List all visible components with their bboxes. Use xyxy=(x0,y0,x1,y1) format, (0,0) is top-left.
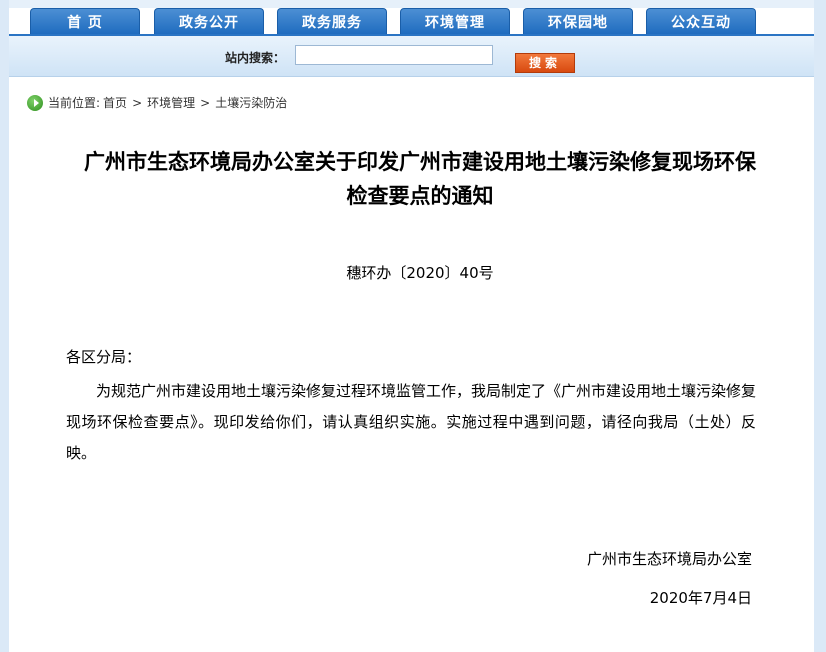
search-label: 站内搜索： xyxy=(225,51,286,65)
article-title-line-2: 检查要点的通知 xyxy=(346,184,494,208)
nav-tab-government-services[interactable]: 政务服务 xyxy=(277,8,387,34)
document-number: 穗环办〔2020〕40号 xyxy=(346,264,494,282)
breadcrumb-item-environment-management[interactable]: 环境管理 xyxy=(147,94,195,111)
breadcrumb-item-home[interactable]: 首页 xyxy=(103,94,127,111)
salutation: 各区分局： xyxy=(66,348,142,366)
right-page-border xyxy=(814,0,826,652)
breadcrumb-separator: > xyxy=(132,95,143,110)
signature-date: 2020年7月4日 xyxy=(649,589,752,607)
nav-tab-environmental-garden[interactable]: 环保园地 xyxy=(523,8,633,34)
nav-tab-public-interaction[interactable]: 公众互动 xyxy=(646,8,756,34)
breadcrumb-item-soil-pollution[interactable]: 土壤污染防治 xyxy=(215,94,287,111)
search-input[interactable] xyxy=(295,45,493,65)
article-body: 为规范广州市建设用地土壤污染修复过程环境监管工作，我局制定了《广州市建设用地土壤… xyxy=(66,382,757,462)
breadcrumb-prefix: 当前位置: xyxy=(48,96,101,110)
signature-organization: 广州市生态环境局办公室 xyxy=(586,550,752,568)
nav-tab-home[interactable]: 首 页 xyxy=(30,8,140,34)
left-page-border xyxy=(0,0,9,652)
arrow-circle-icon xyxy=(27,94,43,111)
main-nav: 首 页 政务公开 政务服务 环境管理 环保园地 公众互动 xyxy=(9,8,814,36)
nav-tab-government-affairs[interactable]: 政务公开 xyxy=(154,8,264,34)
top-strip xyxy=(9,0,814,8)
search-button[interactable]: 搜索 xyxy=(515,53,575,73)
search-bar: 站内搜索： 搜索 xyxy=(9,36,814,77)
nav-tab-environment-management[interactable]: 环境管理 xyxy=(400,8,510,34)
breadcrumb: 当前位置: 首页 > 环境管理 > 土壤污染防治 xyxy=(27,94,287,111)
breadcrumb-separator: > xyxy=(200,95,211,110)
article-title-line-1: 广州市生态环境局办公室关于印发广州市建设用地土壤污染修复现场环保 xyxy=(84,150,756,174)
article-title: 广州市生态环境局办公室关于印发广州市建设用地土壤污染修复现场环保 检查要点的通知 xyxy=(40,145,800,213)
